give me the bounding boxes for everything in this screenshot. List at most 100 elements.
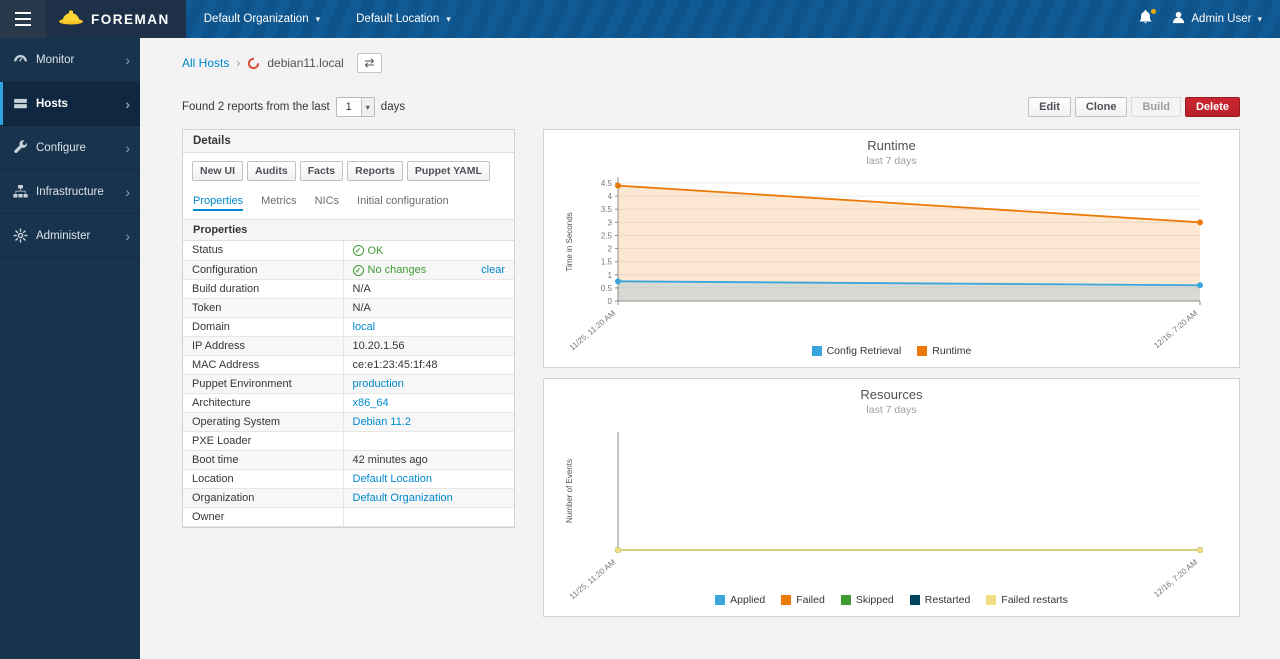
legend-item-config-retrieval[interactable]: Config Retrieval <box>812 345 902 357</box>
property-label: Puppet Environment <box>183 375 343 394</box>
property-value: production <box>343 375 514 394</box>
tab-initial-configuration[interactable]: Initial configuration <box>357 195 449 211</box>
caret-down-icon: ▾ <box>446 14 451 25</box>
sidebar-item-monitor[interactable]: Monitor› <box>0 38 140 82</box>
breadcrumb-separator: › <box>236 56 240 70</box>
legend-item-runtime[interactable]: Runtime <box>917 345 971 357</box>
tab-metrics[interactable]: Metrics <box>261 195 296 211</box>
user-menu[interactable]: Admin User ▾ <box>1166 0 1280 38</box>
resources-chart-title: Resources <box>560 387 1223 402</box>
gear-icon <box>13 228 28 243</box>
properties-table: Status✓OKConfiguration✓No changesclearBu… <box>183 241 514 527</box>
svg-text:1.5: 1.5 <box>601 258 613 267</box>
svg-text:0.5: 0.5 <box>601 284 613 293</box>
details-button-new-ui[interactable]: New UI <box>192 161 243 181</box>
svg-text:Time in Seconds: Time in Seconds <box>565 212 574 271</box>
chevron-right-icon: › <box>125 185 130 199</box>
details-card: Details New UIAuditsFactsReportsPuppet Y… <box>182 129 515 528</box>
sidebar-item-configure[interactable]: Configure› <box>0 126 140 170</box>
legend-item-applied[interactable]: Applied <box>715 594 765 606</box>
days-select[interactable]: 1 ▾ <box>336 97 375 117</box>
ui-switch-button[interactable]: ⇄ <box>357 53 382 73</box>
details-button-facts[interactable]: Facts <box>300 161 343 181</box>
property-row-ip-address: IP Address10.20.1.56 <box>183 337 514 356</box>
property-row-owner: Owner <box>183 508 514 527</box>
organization-link[interactable]: Default Organization <box>353 492 453 504</box>
sidebar-nav: Monitor›Hosts›Configure›Infrastructure›A… <box>0 38 140 258</box>
organization-select-label: Default Organization <box>204 13 309 25</box>
property-value <box>343 432 514 451</box>
reports-row: Found 2 reports from the last 1 ▾ days E… <box>182 97 1240 117</box>
svg-text:Number of Events: Number of Events <box>565 459 574 523</box>
legend-item-failed-restarts[interactable]: Failed restarts <box>986 594 1068 606</box>
details-button-reports[interactable]: Reports <box>347 161 403 181</box>
location-select[interactable]: Default Location ▾ <box>338 0 469 38</box>
legend-item-restarted[interactable]: Restarted <box>910 594 971 606</box>
notifications-button[interactable] <box>1125 0 1166 38</box>
breadcrumb-all-hosts-link[interactable]: All Hosts <box>182 56 229 70</box>
puppet-environment-link[interactable]: production <box>353 378 404 390</box>
property-label: Configuration <box>183 260 343 280</box>
property-value: N/A <box>343 280 514 299</box>
organization-select[interactable]: Default Organization ▾ <box>186 0 338 38</box>
sidebar-item-infrastructure[interactable]: Infrastructure› <box>0 170 140 214</box>
property-value: N/A <box>343 299 514 318</box>
property-label: Domain <box>183 318 343 337</box>
breadcrumb: All Hosts › debian11.local ⇄ <box>182 53 1240 73</box>
caret-down-icon: ▾ <box>361 98 374 116</box>
edit-button[interactable]: Edit <box>1028 97 1071 117</box>
operating-system-link[interactable]: Debian 11.2 <box>353 416 412 428</box>
property-label: MAC Address <box>183 356 343 375</box>
property-row-puppet-environment: Puppet Environment production <box>183 375 514 394</box>
property-row-token: TokenN/A <box>183 299 514 318</box>
property-label: Boot time <box>183 451 343 470</box>
legend-swatch <box>781 595 791 605</box>
location-link[interactable]: Default Location <box>353 473 433 485</box>
chevron-right-icon: › <box>125 229 130 243</box>
legend-item-failed[interactable]: Failed <box>781 594 825 606</box>
gauge-icon <box>13 52 28 67</box>
foreman-brand[interactable]: FOREMAN <box>46 0 186 38</box>
details-button-puppet-yaml[interactable]: Puppet YAML <box>407 161 490 181</box>
property-row-build-duration: Build durationN/A <box>183 280 514 299</box>
property-row-domain: Domain local <box>183 318 514 337</box>
property-value: 42 minutes ago <box>343 451 514 470</box>
property-label: Operating System <box>183 413 343 432</box>
property-row-organization: Organization Default Organization <box>183 489 514 508</box>
tab-nics[interactable]: NICs <box>315 195 339 211</box>
domain-link[interactable]: local <box>353 321 376 333</box>
property-label: Organization <box>183 489 343 508</box>
property-label: Owner <box>183 508 343 527</box>
legend-swatch <box>986 595 996 605</box>
sidebar-item-label: Hosts <box>36 98 117 110</box>
sidebar-item-label: Configure <box>36 142 117 154</box>
sidebar: Monitor›Hosts›Configure›Infrastructure›A… <box>0 38 140 659</box>
location-select-label: Default Location <box>356 13 439 25</box>
runtime-chart-title: Runtime <box>560 138 1223 153</box>
tab-properties[interactable]: Properties <box>193 195 243 211</box>
architecture-link[interactable]: x86_64 <box>353 397 389 409</box>
legend-swatch <box>910 595 920 605</box>
svg-text:12/16, 7:20 AM: 12/16, 7:20 AM <box>1152 308 1199 350</box>
legend-item-skipped[interactable]: Skipped <box>841 594 894 606</box>
details-tabs: Properties Metrics NICs Initial configurati… <box>183 189 514 219</box>
clear-link[interactable]: clear <box>481 264 505 276</box>
property-value: local <box>343 318 514 337</box>
hamburger-menu-button[interactable] <box>0 0 46 38</box>
resources-chart-subtitle: last 7 days <box>560 404 1223 416</box>
delete-button[interactable]: Delete <box>1185 97 1240 117</box>
legend-swatch <box>812 346 822 356</box>
property-row-boot-time: Boot time42 minutes ago <box>183 451 514 470</box>
properties-header: Properties <box>183 219 514 241</box>
clone-button[interactable]: Clone <box>1075 97 1128 117</box>
svg-text:1: 1 <box>608 271 613 280</box>
runtime-chart-legend: Config Retrieval Runtime <box>560 345 1223 363</box>
sidebar-item-hosts[interactable]: Hosts› <box>0 82 140 126</box>
check-circle-icon: ✓ <box>353 245 364 256</box>
details-button-audits[interactable]: Audits <box>247 161 296 181</box>
svg-text:3: 3 <box>608 218 613 227</box>
caret-down-icon: ▾ <box>316 14 321 25</box>
sidebar-item-administer[interactable]: Administer› <box>0 214 140 258</box>
user-menu-label: Admin User <box>1191 13 1251 25</box>
foreman-logo-icon <box>58 8 84 30</box>
